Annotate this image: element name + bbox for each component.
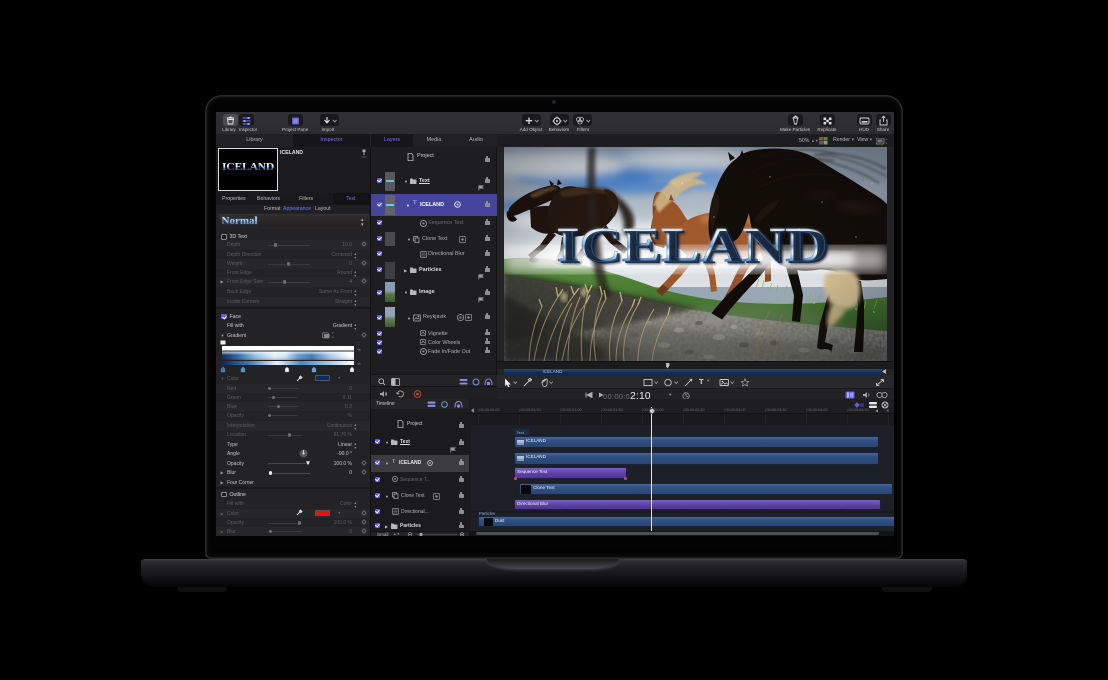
svg-text:∷: ∷ bbox=[357, 368, 360, 373]
svg-text:%: % bbox=[357, 347, 361, 352]
svg-text:%: % bbox=[357, 361, 361, 366]
svg-text:∷: ∷ bbox=[357, 341, 360, 346]
